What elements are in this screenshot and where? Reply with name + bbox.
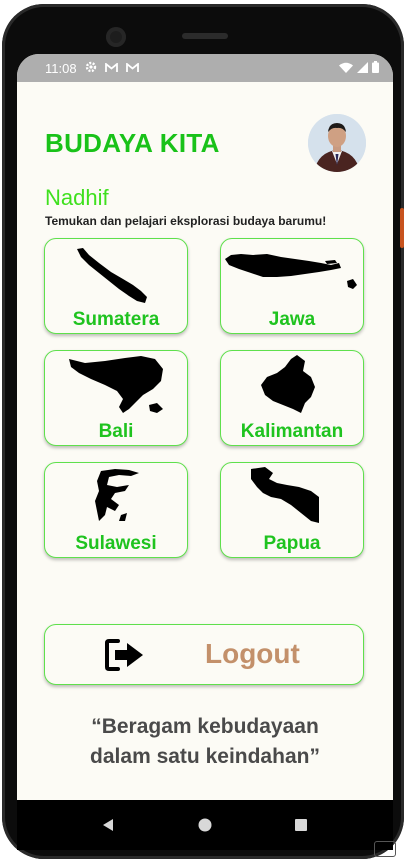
phone-side-button — [400, 208, 404, 248]
settings-icon — [85, 61, 97, 76]
recents-icon[interactable] — [294, 818, 308, 832]
region-label: Bali — [98, 421, 134, 442]
region-card-sulawesi[interactable]: Sulawesi — [44, 462, 188, 558]
region-card-papua[interactable]: Papua — [220, 462, 364, 558]
region-label: Jawa — [268, 309, 316, 330]
phone-frame: 11:08 BUDAYA KITA Nadhif Temukan dan pel… — [2, 4, 404, 859]
front-camera — [106, 27, 126, 47]
region-label: Sumatera — [72, 309, 160, 330]
app-screen: 11:08 BUDAYA KITA Nadhif Temukan dan pel… — [17, 54, 393, 850]
avatar[interactable] — [308, 114, 366, 172]
earpiece-speaker — [182, 33, 228, 39]
region-card-bali[interactable]: Bali — [44, 350, 188, 446]
region-label: Sulawesi — [75, 533, 157, 554]
status-time: 11:08 — [45, 60, 77, 76]
quote-line-1: “Beragam kebudayaan — [91, 715, 319, 738]
app-title: BUDAYA KITA — [45, 128, 220, 158]
gmail-icon — [104, 61, 118, 76]
logout-button[interactable]: Logout — [44, 624, 364, 685]
region-card-sumatera[interactable]: Sumatera — [44, 238, 188, 334]
intro-text: Temukan dan pelajari eksplorasi budaya b… — [45, 214, 327, 228]
region-card-jawa[interactable]: Jawa — [220, 238, 364, 334]
status-bar: 11:08 — [17, 54, 393, 82]
navigation-bar — [17, 800, 393, 850]
user-name: Nadhif — [45, 185, 109, 210]
home-icon[interactable] — [198, 818, 212, 832]
quote-line-2: dalam satu keindahan” — [90, 745, 320, 768]
wifi-icon — [339, 61, 353, 76]
gmail-icon-2 — [125, 61, 139, 76]
region-label: Papua — [263, 533, 321, 554]
region-card-kalimantan[interactable]: Kalimantan — [220, 350, 364, 446]
back-icon[interactable] — [101, 818, 115, 832]
region-label: Kalimantan — [240, 421, 344, 442]
logout-icon — [105, 639, 143, 671]
battery-icon — [372, 60, 379, 76]
signal-icon — [357, 61, 368, 76]
logout-label: Logout — [205, 638, 300, 669]
screenshot-button — [374, 841, 396, 857]
quote-text: “Beragam kebudayaan dalam satu keindahan… — [17, 712, 393, 772]
